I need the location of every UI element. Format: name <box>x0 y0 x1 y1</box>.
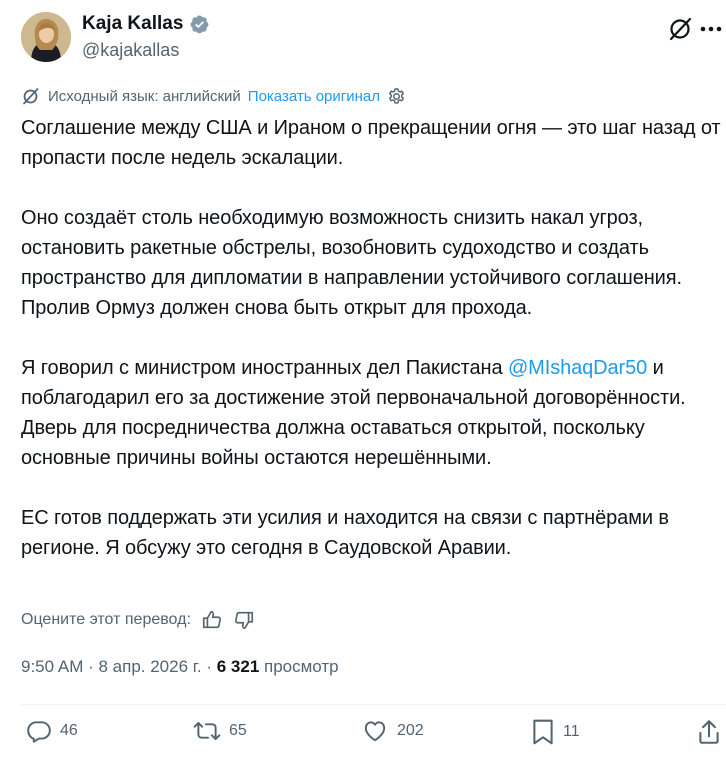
tweet-date[interactable]: 8 апр. 2026 г. <box>98 657 201 676</box>
more-options-icon[interactable] <box>697 22 726 40</box>
meta-separator: · <box>83 657 99 676</box>
tweet-meta: 9:50 AM · 8 апр. 2026 г. · 6 321 просмот… <box>21 657 339 677</box>
repost-icon <box>193 721 221 741</box>
tweet-paragraph-2: Оно создаёт столь необходимую возможност… <box>21 207 682 319</box>
tweet-paragraph-3: Я говорил с министром иностранных дел Па… <box>21 353 721 473</box>
translation-notice: Исходный язык: английский Показать ориги… <box>21 86 406 106</box>
reply-icon <box>27 721 51 743</box>
tweet-paragraph-3-start: Я говорил с министром иностранных дел Па… <box>21 357 508 379</box>
rate-translation: Оцените этот перевод: <box>21 609 255 631</box>
show-original-link[interactable]: Показать оригинал <box>248 88 380 105</box>
handle[interactable]: @kajakallas <box>82 40 179 61</box>
avatar[interactable] <box>21 12 71 62</box>
bookmark-count: 11 <box>563 723 580 740</box>
verified-badge-icon <box>190 15 209 33</box>
reply-count: 46 <box>60 722 78 739</box>
gear-icon[interactable] <box>387 87 406 106</box>
views-count: 6 321 <box>216 657 260 676</box>
avatar-photo <box>21 12 71 62</box>
bookmark-button[interactable]: 11 <box>531 718 580 746</box>
grok-translate-icon <box>23 88 39 105</box>
rate-translation-label: Оцените этот перевод: <box>21 611 191 628</box>
heart-icon <box>364 721 386 742</box>
mention-link[interactable]: @MIshaqDar50 <box>508 357 647 379</box>
grok-icon[interactable] <box>666 14 696 44</box>
reply-button[interactable]: 46 <box>26 718 78 744</box>
tweet-actions: 46 65 202 11 <box>0 718 726 754</box>
bookmark-icon <box>533 719 553 745</box>
repost-count: 65 <box>229 722 247 739</box>
tweet-paragraph-1: Соглашение между США и Ираном о прекраще… <box>21 117 721 169</box>
like-button[interactable]: 202 <box>361 718 424 744</box>
views-label: просмотр <box>259 657 339 676</box>
like-count: 202 <box>397 722 424 739</box>
tweet-text: Соглашение между США и Ираном о прекраще… <box>21 113 721 563</box>
display-name[interactable]: Kaja Kallas <box>82 13 183 35</box>
thumbs-up-icon[interactable] <box>201 609 223 631</box>
source-language-label: Исходный язык: английский <box>48 87 241 105</box>
meta-separator: · <box>201 657 217 676</box>
tweet-time[interactable]: 9:50 AM <box>21 657 83 676</box>
thumbs-down-icon[interactable] <box>233 609 255 631</box>
repost-button[interactable]: 65 <box>193 718 247 744</box>
tweet-paragraph-4: ЕС готов поддержать эти усилия и находит… <box>21 507 669 559</box>
divider <box>21 704 726 705</box>
share-button[interactable] <box>696 718 722 746</box>
share-icon <box>699 720 719 744</box>
